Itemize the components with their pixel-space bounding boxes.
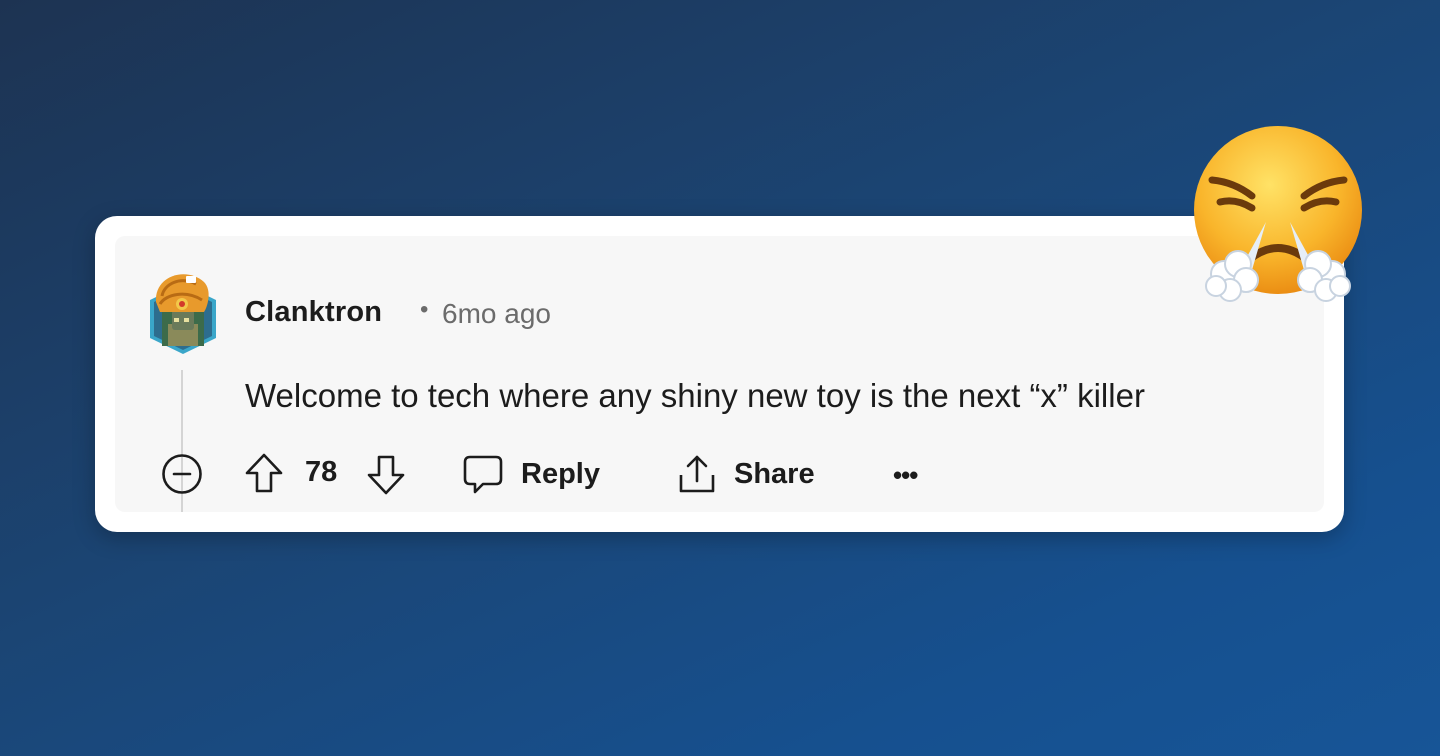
arrow-up-icon — [245, 453, 283, 493]
more-options-button[interactable]: ••• — [893, 460, 918, 491]
meta-separator: • — [420, 296, 429, 323]
avatar-image — [150, 274, 216, 354]
upload-share-icon — [679, 455, 715, 493]
author-name[interactable]: Clanktron — [245, 296, 382, 329]
steam-face-emoji-icon — [1190, 124, 1370, 304]
downvote-button[interactable] — [366, 454, 406, 496]
reply-label: Reply — [521, 457, 600, 490]
share-button[interactable]: Share — [677, 452, 815, 496]
avatar[interactable] — [146, 266, 220, 356]
timestamp[interactable]: 6mo ago — [442, 298, 551, 330]
share-label: Share — [734, 457, 815, 490]
collapse-button[interactable] — [161, 453, 203, 495]
comment-body: Welcome to tech where any shiny new toy … — [245, 377, 1145, 414]
reply-button[interactable]: Reply — [462, 452, 600, 496]
minus-circle-icon — [162, 454, 202, 494]
arrow-down-icon — [367, 455, 405, 495]
speech-bubble-icon — [463, 455, 503, 494]
upvote-button[interactable] — [244, 452, 284, 494]
vote-count: 78 — [305, 456, 338, 488]
